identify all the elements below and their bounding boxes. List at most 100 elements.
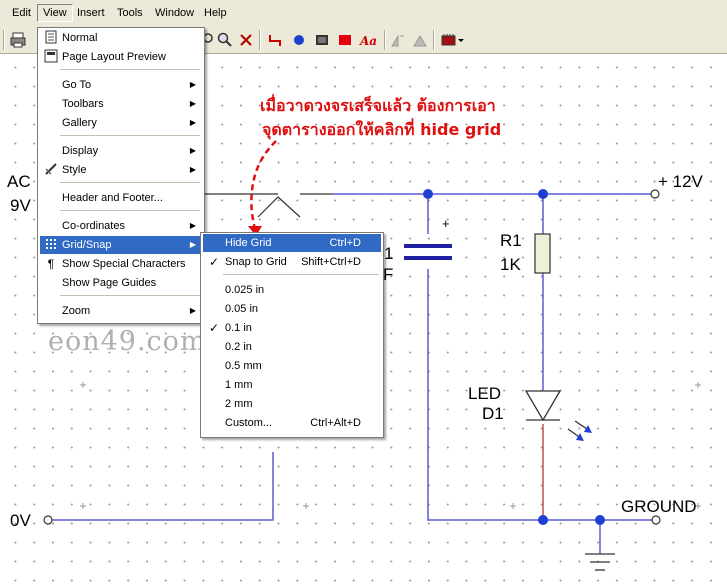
menu-item-label: 1 mm bbox=[225, 379, 253, 391]
12v-label: + 12V bbox=[658, 172, 703, 191]
toolbar-separator bbox=[259, 30, 261, 50]
menu-item-label: 0.05 in bbox=[225, 303, 259, 315]
submenu-arrow-icon: ▶ bbox=[189, 80, 196, 89]
menu-item-co-ordinates[interactable]: Co-ordinates ▶ bbox=[40, 217, 202, 235]
menu-item-grid-0-2-in[interactable]: 0.2 in bbox=[203, 338, 381, 356]
ground-label: GROUND bbox=[621, 497, 697, 516]
annotation-line-2: จุดตารางออกให้คลิกที่ hide grid bbox=[262, 120, 502, 139]
submenu-arrow-icon: ▶ bbox=[189, 221, 196, 230]
menu-item-gallery[interactable]: Gallery ▶ bbox=[40, 114, 202, 132]
menu-item-page-layout-preview[interactable]: Page Layout Preview bbox=[40, 48, 202, 66]
menu-item-label: Custom... bbox=[225, 417, 273, 429]
menu-item-shortcut: Ctrl+Alt+D bbox=[310, 417, 361, 429]
menu-item-label: Toolbars bbox=[62, 98, 104, 110]
0v-label: 0V bbox=[10, 511, 31, 530]
check-icon: ✓ bbox=[208, 321, 220, 335]
menu-window[interactable]: Window bbox=[155, 7, 194, 19]
menu-item-hide-grid[interactable]: Hide Grid Ctrl+D bbox=[203, 234, 381, 252]
check-icon: ✓ bbox=[208, 255, 220, 269]
menu-item-style[interactable]: Style ▶ bbox=[40, 161, 202, 179]
page-icon bbox=[43, 30, 59, 46]
menu-item-grid-0-025-in[interactable]: 0.025 in bbox=[203, 281, 381, 299]
menu-item-grid-0-05-in[interactable]: 0.05 in bbox=[203, 300, 381, 318]
component-icon[interactable] bbox=[313, 31, 331, 49]
menu-item-label: 2 mm bbox=[225, 398, 253, 410]
menu-item-show-special-characters[interactable]: ¶ Show Special Characters bbox=[40, 255, 202, 273]
submenu-arrow-icon: ▶ bbox=[189, 146, 196, 155]
search-icon[interactable] bbox=[216, 31, 234, 49]
menu-item-shortcut: Shift+Ctrl+D bbox=[301, 256, 361, 268]
grid-snap-submenu: Hide Grid Ctrl+D ✓ Snap to Grid Shift+Ct… bbox=[200, 232, 384, 438]
menu-item-label: Go To bbox=[62, 79, 92, 91]
menu-separator bbox=[60, 69, 200, 70]
submenu-arrow-icon: ▶ bbox=[189, 165, 196, 174]
grid-icon bbox=[43, 237, 59, 253]
menu-item-go-to[interactable]: Go To ▶ bbox=[40, 76, 202, 94]
menu-item-snap-to-grid[interactable]: ✓ Snap to Grid Shift+Ctrl+D bbox=[203, 253, 381, 271]
menu-help[interactable]: Help bbox=[204, 7, 227, 19]
d1-label: D1 bbox=[482, 404, 504, 423]
menu-item-display[interactable]: Display ▶ bbox=[40, 142, 202, 160]
submenu-arrow-icon: ▶ bbox=[189, 306, 196, 315]
watermark: eon49.com bbox=[48, 326, 207, 357]
menu-item-grid-0-1-in[interactable]: ✓ 0.1 in bbox=[203, 319, 381, 337]
r1-label: R1 bbox=[500, 231, 522, 250]
print-icon[interactable] bbox=[9, 31, 27, 49]
menu-separator bbox=[60, 135, 200, 136]
menu-item-shortcut: Ctrl+D bbox=[329, 237, 361, 249]
menu-item-grid-snap[interactable]: Grid/Snap ▶ bbox=[40, 236, 202, 254]
menu-item-label: 0.5 mm bbox=[225, 360, 262, 372]
capacitor-unit-partial: F bbox=[383, 265, 394, 284]
delete-icon[interactable] bbox=[237, 31, 255, 49]
style-icon bbox=[43, 162, 59, 178]
menu-view[interactable]: View bbox=[37, 4, 73, 22]
flip-icon[interactable] bbox=[389, 31, 407, 49]
menu-item-label: Zoom bbox=[62, 305, 91, 317]
menu-edit[interactable]: Edit bbox=[12, 7, 31, 19]
menu-item-label: Display bbox=[62, 145, 99, 157]
menu-item-normal[interactable]: Normal bbox=[40, 29, 202, 47]
menu-item-zoom[interactable]: Zoom ▶ bbox=[40, 302, 202, 320]
menu-tools[interactable]: Tools bbox=[117, 7, 143, 19]
svg-text:Aa: Aa bbox=[359, 34, 377, 48]
menu-item-label: Normal bbox=[62, 32, 98, 44]
menu-item-label: Show Special Characters bbox=[62, 258, 186, 270]
rotate-icon[interactable] bbox=[411, 31, 429, 49]
9v-label: 9V bbox=[10, 196, 31, 215]
ac-label: AC bbox=[7, 172, 31, 191]
menu-item-label: Style bbox=[62, 164, 87, 176]
text-icon[interactable]: Aa bbox=[359, 31, 381, 49]
chip-icon[interactable] bbox=[440, 31, 466, 49]
led-label: LED bbox=[468, 384, 502, 403]
menu-item-label: Hide Grid bbox=[225, 237, 272, 249]
menu-item-label: Page Layout Preview bbox=[62, 51, 166, 63]
menu-insert[interactable]: Insert bbox=[77, 7, 105, 19]
annotation-line-1: เมื่อวาดวงจรเสร็จแล้ว ต้องการเอา bbox=[260, 96, 496, 115]
menu-item-label: Snap to Grid bbox=[225, 256, 287, 268]
menu-item-label: Header and Footer... bbox=[62, 192, 163, 204]
rectangle-icon[interactable] bbox=[336, 31, 354, 49]
menu-separator bbox=[60, 295, 200, 296]
junction-icon[interactable] bbox=[290, 31, 308, 49]
menu-item-grid-2-mm[interactable]: 2 mm bbox=[203, 395, 381, 413]
r1-value: 1K bbox=[500, 255, 521, 274]
menu-item-label: 0.1 in bbox=[225, 322, 252, 334]
menu-item-toolbars[interactable]: Toolbars ▶ bbox=[40, 95, 202, 113]
menu-item-grid-0-5-mm[interactable]: 0.5 mm bbox=[203, 357, 381, 375]
page-layout-icon bbox=[43, 49, 59, 65]
menu-item-header-footer[interactable]: Header and Footer... bbox=[40, 189, 202, 207]
wire-icon[interactable] bbox=[266, 31, 284, 49]
pilcrow-icon: ¶ bbox=[47, 257, 55, 271]
menu-separator bbox=[223, 274, 379, 275]
view-menu: Normal Page Layout Preview Go To ▶ Toolb… bbox=[37, 27, 205, 324]
menu-item-label: Grid/Snap bbox=[62, 239, 112, 251]
menu-separator bbox=[60, 210, 200, 211]
menu-bar: Edit View Insert Tools Window Help bbox=[0, 0, 727, 28]
menu-item-label: 0.2 in bbox=[225, 341, 252, 353]
menu-item-show-page-guides[interactable]: Show Page Guides bbox=[40, 274, 202, 292]
capacitor-plus: + bbox=[442, 216, 450, 231]
menu-item-grid-1-mm[interactable]: 1 mm bbox=[203, 376, 381, 394]
submenu-arrow-icon: ▶ bbox=[189, 99, 196, 108]
menu-separator bbox=[60, 182, 200, 183]
menu-item-custom[interactable]: Custom... Ctrl+Alt+D bbox=[203, 414, 381, 432]
